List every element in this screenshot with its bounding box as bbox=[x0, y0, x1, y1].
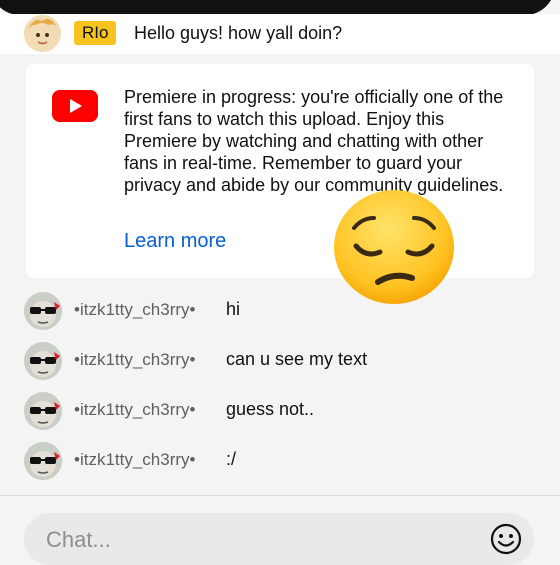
premiere-notice-text: Premiere in progress: you're officially … bbox=[124, 87, 504, 195]
smiley-icon[interactable] bbox=[490, 523, 522, 555]
chat-input[interactable] bbox=[44, 525, 448, 555]
pinned-message-text: Hello guys! how yall doin? bbox=[134, 23, 343, 43]
divider bbox=[0, 495, 560, 496]
chat-author[interactable]: •itzk1tty_ch3rry• bbox=[74, 300, 196, 320]
chat-author[interactable]: •itzk1tty_ch3rry• bbox=[74, 400, 196, 420]
avatar[interactable] bbox=[24, 442, 62, 480]
chat-message: •itzk1tty_ch3rry• guess not.. bbox=[0, 390, 560, 434]
top-bar bbox=[0, 0, 555, 15]
author-badge[interactable]: RIo bbox=[74, 21, 117, 45]
chat-message-text: can u see my text bbox=[226, 349, 368, 369]
chat-message: •itzk1tty_ch3rry• can u see my text bbox=[0, 340, 560, 384]
chat-message-text: guess not.. bbox=[226, 399, 315, 419]
avatar[interactable] bbox=[24, 292, 62, 330]
chat-message-text: :/ bbox=[226, 449, 237, 469]
chat-input-bar bbox=[24, 513, 534, 565]
chat-message: •itzk1tty_ch3rry• hi bbox=[0, 290, 560, 334]
learn-more-link[interactable]: Learn more bbox=[124, 230, 226, 253]
pensive-face-emoji bbox=[332, 188, 456, 306]
chat-message-text: hi bbox=[226, 299, 241, 319]
avatar[interactable] bbox=[24, 342, 62, 380]
chat-author[interactable]: •itzk1tty_ch3rry• bbox=[74, 450, 196, 470]
avatar[interactable] bbox=[24, 392, 62, 430]
chat-author[interactable]: •itzk1tty_ch3rry• bbox=[74, 350, 196, 370]
avatar[interactable] bbox=[24, 15, 61, 52]
premiere-notice-card: Premiere in progress: you're officially … bbox=[26, 64, 534, 278]
youtube-icon bbox=[52, 90, 98, 122]
chat-message: •itzk1tty_ch3rry• :/ bbox=[0, 440, 560, 484]
